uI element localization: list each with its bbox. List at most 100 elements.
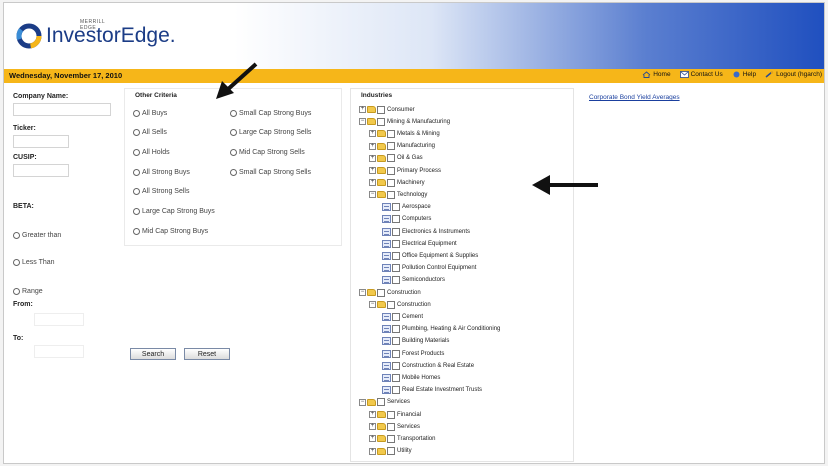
industry-checkbox[interactable] — [392, 239, 400, 248]
industry-checkbox[interactable] — [392, 312, 400, 321]
expand-icon[interactable]: + — [369, 423, 376, 431]
industry-node[interactable]: − Services — [359, 397, 410, 408]
industry-node[interactable]: − Construction — [359, 287, 421, 298]
collapse-icon[interactable]: − — [359, 289, 366, 296]
beta-greater-than-option[interactable]: Greater than — [13, 232, 61, 239]
industry-checkbox[interactable] — [387, 166, 395, 175]
criteria-option[interactable]: All Holds — [133, 149, 170, 156]
industry-node[interactable]: + Financial — [369, 409, 421, 420]
industry-node[interactable]: Forest Products — [382, 348, 444, 359]
industry-checkbox[interactable] — [387, 300, 395, 309]
expand-icon[interactable]: + — [359, 106, 366, 113]
criteria-option[interactable]: Large Cap Strong Buys — [133, 208, 215, 215]
industry-checkbox[interactable] — [392, 349, 400, 358]
industry-node[interactable]: Cement — [382, 311, 423, 322]
beta-range-option[interactable]: Range — [13, 288, 43, 295]
expand-icon[interactable]: + — [369, 167, 376, 174]
industry-checkbox[interactable] — [377, 288, 385, 297]
industry-node[interactable]: − Construction — [369, 299, 431, 310]
industry-node[interactable]: Plumbing, Heating & Air Conditioning — [382, 324, 500, 335]
criteria-option[interactable]: All Buys — [133, 110, 167, 117]
criteria-option[interactable]: Large Cap Strong Sells — [230, 129, 311, 136]
help-link[interactable]: Help — [732, 71, 756, 78]
industry-checkbox[interactable] — [377, 105, 385, 114]
industry-node[interactable]: Electrical Equipment — [382, 238, 457, 249]
industry-checkbox[interactable] — [392, 337, 400, 346]
industry-checkbox[interactable] — [377, 117, 385, 126]
industry-checkbox[interactable] — [387, 154, 395, 163]
industry-node[interactable]: + Machinery — [369, 177, 425, 188]
criteria-option[interactable]: Mid Cap Strong Sells — [230, 149, 305, 156]
industry-node[interactable]: + Transportation — [369, 433, 435, 444]
search-button[interactable]: Search — [130, 348, 176, 360]
industry-node[interactable]: Construction & Real Estate — [382, 360, 474, 371]
ticker-input[interactable] — [13, 135, 69, 148]
logout-link[interactable]: Logout (hgarch) — [765, 71, 822, 78]
industry-checkbox[interactable] — [377, 398, 385, 407]
industry-checkbox[interactable] — [387, 434, 395, 443]
industry-node[interactable]: + Oil & Gas — [369, 153, 423, 164]
industry-node[interactable]: − Mining & Manufacturing — [359, 116, 450, 127]
collapse-icon[interactable]: − — [369, 191, 376, 199]
industry-checkbox[interactable] — [387, 178, 395, 187]
industry-checkbox[interactable] — [392, 251, 400, 260]
collapse-icon[interactable]: − — [359, 398, 366, 406]
industry-checkbox[interactable] — [387, 447, 395, 456]
industry-checkbox[interactable] — [392, 276, 400, 285]
industry-node[interactable]: + Utility — [369, 446, 412, 457]
collapse-icon[interactable]: − — [369, 301, 376, 309]
from-input[interactable] — [34, 313, 84, 326]
industry-node[interactable]: + Primary Process — [369, 165, 441, 176]
industry-checkbox[interactable] — [387, 422, 395, 431]
industry-node[interactable]: Pollution Control Equipment — [382, 263, 476, 274]
industry-checkbox[interactable] — [392, 203, 400, 212]
reset-button[interactable]: Reset — [184, 348, 230, 360]
industry-checkbox[interactable] — [392, 215, 400, 224]
beta-less-than-option[interactable]: Less Than — [13, 259, 55, 266]
criteria-option[interactable]: All Strong Buys — [133, 169, 190, 176]
contact-link[interactable]: Contact Us — [679, 71, 723, 78]
radio-icon — [230, 110, 237, 117]
to-input[interactable] — [34, 345, 84, 358]
industry-node[interactable]: Electronics & Instruments — [382, 226, 470, 237]
criteria-option[interactable]: All Sells — [133, 129, 167, 136]
home-link[interactable]: Home — [642, 71, 671, 78]
collapse-icon[interactable]: − — [359, 118, 366, 126]
corporate-bond-yield-link[interactable]: Corporate Bond Yield Averages — [589, 94, 680, 101]
expand-icon[interactable]: + — [369, 447, 376, 455]
industry-node[interactable]: Semiconductors — [382, 275, 445, 286]
industry-checkbox[interactable] — [387, 129, 395, 138]
industry-checkbox[interactable] — [392, 227, 400, 236]
expand-icon[interactable]: + — [369, 154, 376, 162]
industry-node[interactable]: + Metals & Mining — [369, 128, 440, 139]
industry-checkbox[interactable] — [392, 361, 400, 370]
industry-checkbox[interactable] — [387, 190, 395, 199]
industry-checkbox[interactable] — [387, 410, 395, 419]
industry-node[interactable]: + Manufacturing — [369, 141, 435, 152]
industry-checkbox[interactable] — [392, 264, 400, 273]
expand-icon[interactable]: + — [369, 179, 376, 187]
industry-node[interactable]: Computers — [382, 214, 431, 225]
industry-node[interactable]: + Services — [369, 421, 420, 432]
industry-checkbox[interactable] — [387, 142, 395, 151]
industry-node[interactable]: Building Materials — [382, 336, 449, 347]
industry-node[interactable]: Real Estate Investment Trusts — [382, 385, 482, 396]
industry-node[interactable]: − Technology — [369, 189, 427, 200]
industry-checkbox[interactable] — [392, 373, 400, 382]
industry-node[interactable]: Office Equipment & Supplies — [382, 250, 478, 261]
criteria-option[interactable]: Small Cap Strong Buys — [230, 110, 311, 117]
criteria-option[interactable]: Mid Cap Strong Buys — [133, 228, 208, 235]
industry-checkbox[interactable] — [392, 386, 400, 395]
expand-icon[interactable]: + — [369, 435, 376, 443]
industry-node[interactable]: + Consumer — [359, 104, 415, 115]
cusip-input[interactable] — [13, 164, 69, 177]
industry-node[interactable]: Aerospace — [382, 202, 431, 213]
criteria-option[interactable]: All Strong Sells — [133, 188, 189, 195]
industry-checkbox[interactable] — [392, 325, 400, 334]
company-name-input[interactable] — [13, 103, 111, 116]
expand-icon[interactable]: + — [369, 142, 376, 150]
expand-icon[interactable]: + — [369, 411, 376, 418]
expand-icon[interactable]: + — [369, 130, 376, 138]
industry-node[interactable]: Mobile Homes — [382, 372, 440, 383]
criteria-option[interactable]: Small Cap Strong Sells — [230, 169, 311, 176]
